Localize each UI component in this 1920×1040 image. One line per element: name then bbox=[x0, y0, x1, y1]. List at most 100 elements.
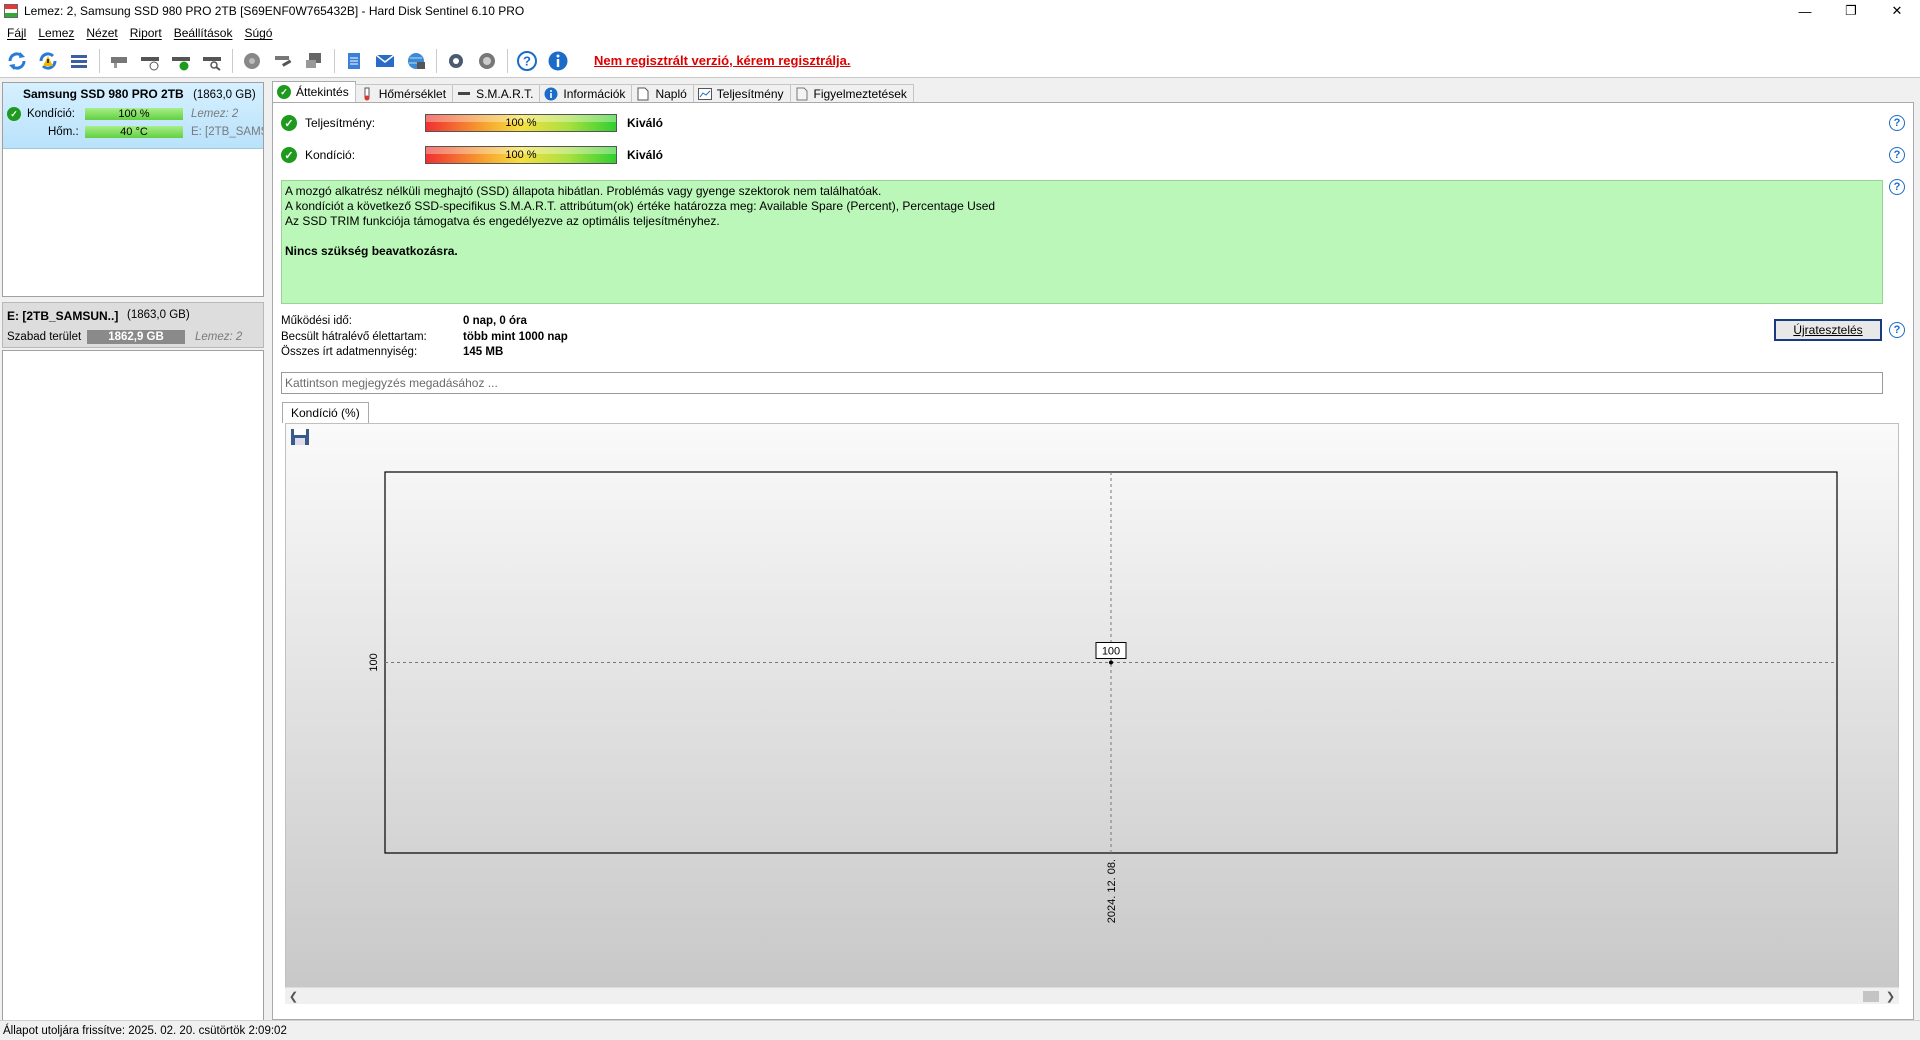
refresh-warning-icon bbox=[39, 51, 57, 70]
toolbar-separator bbox=[436, 48, 437, 73]
about-button[interactable] bbox=[545, 48, 571, 74]
tools-button[interactable] bbox=[270, 48, 296, 74]
chart-horizontal-scrollbar[interactable]: ❮ ❯ bbox=[285, 987, 1899, 1004]
refresh-icon bbox=[8, 51, 26, 70]
note-input[interactable] bbox=[281, 372, 1883, 394]
disk-schedule-button[interactable] bbox=[137, 48, 163, 74]
window-controls: — ❐ ✕ bbox=[1782, 0, 1920, 22]
performance-label: Teljesítmény: bbox=[305, 116, 376, 130]
disk-condition-bar: 100 % bbox=[85, 108, 183, 120]
disk-condition-row: ✓ Kondíció: 100 % Lemez: 2 bbox=[7, 106, 263, 122]
tab-temperature[interactable]: Hőmérséklet bbox=[354, 84, 454, 102]
check-icon: ✓ bbox=[7, 107, 21, 121]
x-tick-label: 2024. 12. 08. bbox=[1106, 859, 1118, 923]
sound-button[interactable] bbox=[474, 48, 500, 74]
scroll-left-icon[interactable]: ❮ bbox=[285, 988, 302, 1005]
partition-name: E: [2TB_SAMSUN..] bbox=[7, 309, 119, 323]
partition-card[interactable]: E: [2TB_SAMSUN..] (1863,0 GB) Szabad ter… bbox=[2, 302, 264, 348]
toolbar-separator bbox=[507, 48, 508, 73]
preferences-button[interactable] bbox=[443, 48, 469, 74]
disk-icon bbox=[457, 87, 471, 101]
minimize-button[interactable]: — bbox=[1782, 0, 1828, 22]
uptime-row: Működési idő: 0 nap, 0 óra bbox=[281, 315, 568, 331]
menu-help[interactable]: Súgó bbox=[241, 26, 281, 40]
report-button[interactable] bbox=[341, 48, 367, 74]
tools-icon bbox=[275, 55, 292, 67]
list-icon bbox=[71, 54, 87, 68]
tab-alerts[interactable]: Figyelmeztetések bbox=[789, 84, 914, 102]
menu-file[interactable]: Fájl bbox=[4, 26, 35, 40]
info-line: A kondíciót a következő SSD-specifikus S… bbox=[285, 199, 996, 213]
tab-smart-label: S.M.A.R.T. bbox=[476, 86, 534, 101]
written-row: Összes írt adatmennyiség: 145 MB bbox=[281, 346, 568, 362]
thermometer-icon bbox=[360, 87, 374, 101]
notepad-icon bbox=[348, 52, 360, 69]
tab-performance-label: Teljesítmény bbox=[716, 86, 784, 101]
condition-help-icon[interactable]: ? bbox=[1889, 147, 1905, 163]
title-bar: Lemez: 2, Samsung SSD 980 PRO 2TB [S69EN… bbox=[0, 0, 1920, 22]
disk-check-icon bbox=[172, 56, 190, 70]
status-description: A mozgó alkatrész nélküli meghajtó (SSD)… bbox=[281, 180, 1883, 304]
tab-temperature-label: Hőmérséklet bbox=[378, 86, 447, 101]
disk-temp-bar: 40 °C bbox=[85, 126, 183, 138]
disk-search-button[interactable] bbox=[199, 48, 225, 74]
tab-overview[interactable]: ✓ Áttekintés bbox=[272, 81, 356, 102]
main-tabs: ✓ Áttekintés Hőmérséklet S.M.A.R.T. Info… bbox=[272, 81, 914, 102]
backup-icon bbox=[306, 52, 321, 68]
app-icon bbox=[4, 4, 18, 18]
refresh-warning-button[interactable] bbox=[35, 48, 61, 74]
tab-performance[interactable]: Teljesítmény bbox=[692, 84, 791, 102]
lifetime-row: Becsült hátralévő élettartam: több mint … bbox=[281, 331, 568, 347]
web-report-button[interactable] bbox=[403, 48, 429, 74]
condition-value: 100 % bbox=[505, 149, 537, 161]
email-report-button[interactable] bbox=[372, 48, 398, 74]
menu-view[interactable]: Nézet bbox=[83, 26, 126, 40]
check-icon: ✓ bbox=[281, 115, 297, 131]
menu-settings[interactable]: Beállítások bbox=[171, 26, 242, 40]
retest-button[interactable]: Újratesztelés bbox=[1774, 319, 1882, 341]
help-button[interactable]: ? bbox=[514, 48, 540, 74]
left-panel: Samsung SSD 980 PRO 2TB (1863,0 GB) ✓ Ko… bbox=[0, 80, 266, 1022]
disk-temp-label: Hőm.: bbox=[48, 126, 79, 138]
written-label: Összes írt adatmennyiség: bbox=[281, 346, 418, 358]
free-space-bar: 1862,9 GB bbox=[87, 330, 185, 344]
hard-disk-icon bbox=[111, 56, 127, 68]
info-help-icon[interactable]: ? bbox=[1889, 179, 1905, 195]
retest-help-icon[interactable]: ? bbox=[1889, 322, 1905, 338]
scroll-right-icon[interactable]: ❯ bbox=[1882, 988, 1899, 1005]
disk-list-button[interactable] bbox=[66, 48, 92, 74]
toolbar-separator bbox=[99, 48, 100, 73]
performance-chart-icon bbox=[697, 87, 712, 101]
disk-temp-row: Hőm.: 40 °C E: [2TB_SAMSUNG] bbox=[7, 124, 263, 140]
disk-card[interactable]: Samsung SSD 980 PRO 2TB (1863,0 GB) ✓ Ko… bbox=[3, 83, 263, 149]
tab-log[interactable]: Napló bbox=[631, 84, 694, 102]
close-button[interactable]: ✕ bbox=[1874, 0, 1920, 22]
data-label: 100 bbox=[1102, 646, 1120, 658]
tab-information[interactable]: Információk bbox=[539, 84, 633, 102]
toolbar: ? Nem regisztrált verzió, kérem regisztr… bbox=[0, 44, 1920, 78]
surface-test-button[interactable] bbox=[239, 48, 265, 74]
unregistered-link[interactable]: Nem regisztrált verzió, kérem regisztrál… bbox=[594, 53, 851, 68]
tab-information-label: Információk bbox=[563, 86, 626, 101]
save-chart-icon[interactable] bbox=[290, 428, 310, 446]
menu-bar: Fájl Lemez Nézet Riport Beállítások Súgó bbox=[0, 22, 1920, 44]
refresh-button[interactable] bbox=[4, 48, 30, 74]
window-title: Lemez: 2, Samsung SSD 980 PRO 2TB [S69EN… bbox=[24, 4, 525, 18]
y-tick-label: 100 bbox=[368, 653, 380, 671]
lifetime-label: Becsült hátralévő élettartam: bbox=[281, 330, 427, 343]
menu-report[interactable]: Riport bbox=[127, 26, 171, 40]
menu-disk[interactable]: Lemez bbox=[35, 26, 83, 40]
disk-test-button[interactable] bbox=[168, 48, 194, 74]
disk-condition-label: Kondíció: bbox=[27, 108, 75, 120]
uptime-label: Működési idő: bbox=[281, 315, 352, 327]
tab-smart[interactable]: S.M.A.R.T. bbox=[452, 84, 541, 102]
tab-condition-chart[interactable]: Kondíció (%) bbox=[282, 402, 369, 423]
scroll-thumb[interactable] bbox=[1863, 991, 1879, 1002]
performance-help-icon[interactable]: ? bbox=[1889, 115, 1905, 131]
check-icon: ✓ bbox=[281, 147, 297, 163]
tab-log-label: Napló bbox=[655, 86, 687, 101]
backup-button[interactable] bbox=[301, 48, 327, 74]
maximize-button[interactable]: ❐ bbox=[1828, 0, 1874, 22]
performance-rating: Kiváló bbox=[627, 116, 664, 130]
disk-info-button[interactable] bbox=[106, 48, 132, 74]
